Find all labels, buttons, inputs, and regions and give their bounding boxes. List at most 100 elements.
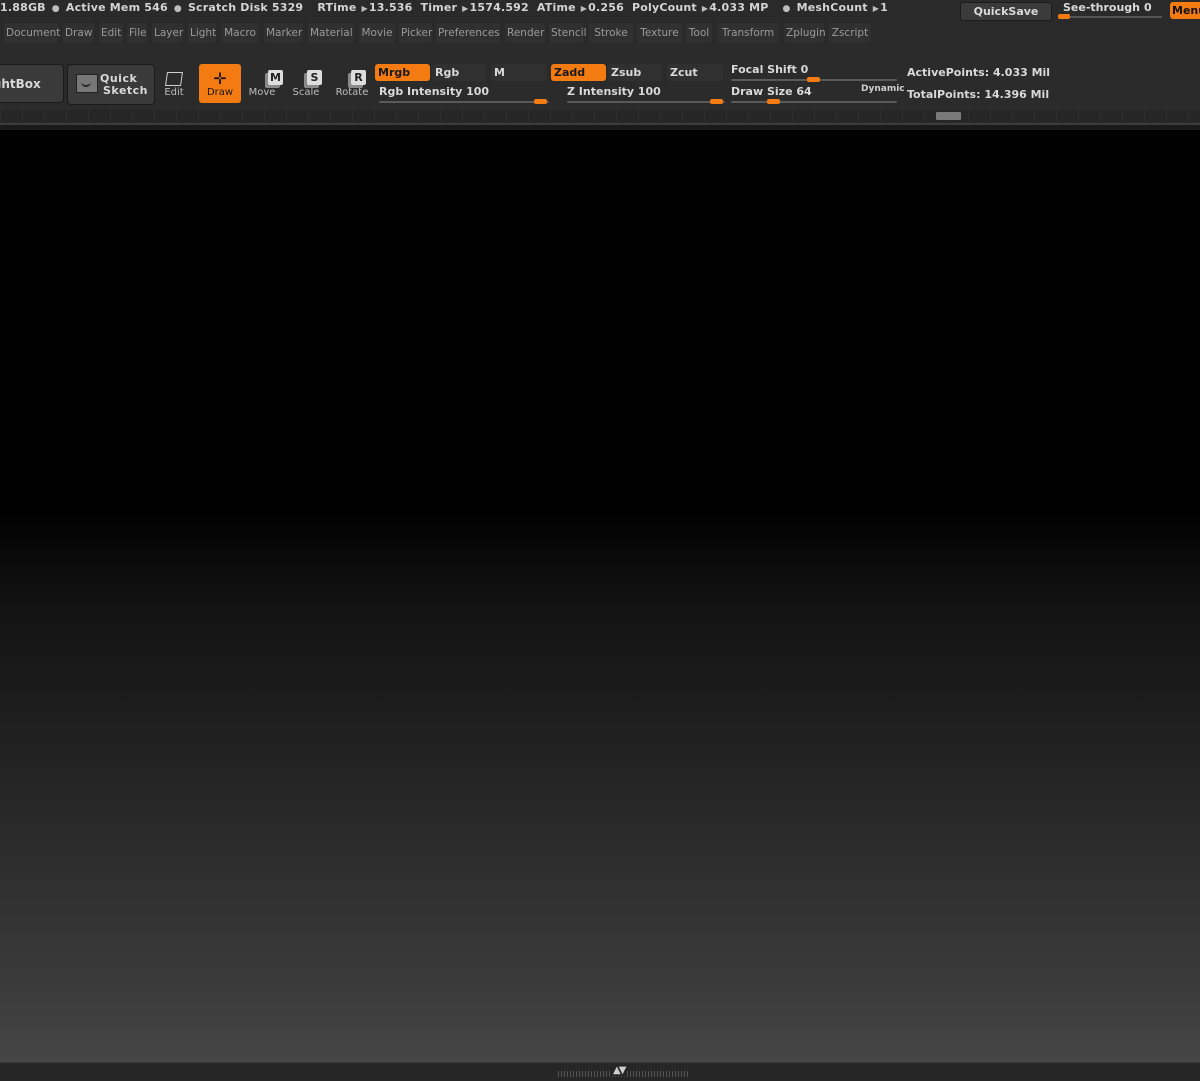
menus-button[interactable]: Menus bbox=[1170, 2, 1200, 19]
menu-tool[interactable]: Tool bbox=[686, 23, 712, 43]
lightbox-button[interactable]: LightBox bbox=[0, 64, 64, 103]
m-toggle[interactable]: M bbox=[491, 64, 547, 81]
scratch-disk: Scratch Disk 5329 bbox=[187, 1, 304, 14]
rtime-label: RTime bbox=[317, 1, 357, 14]
menu-preferences[interactable]: Preferences bbox=[436, 23, 500, 43]
draw-size-knob[interactable] bbox=[767, 99, 780, 104]
draw-size-value: 64 bbox=[796, 85, 812, 98]
timer-label: Timer bbox=[420, 1, 458, 14]
meshcount-label: MeshCount bbox=[796, 1, 868, 14]
active-points-label: ActivePoints: bbox=[907, 66, 990, 79]
zcut-toggle[interactable]: Zcut bbox=[667, 64, 723, 81]
rgb-toggle[interactable]: Rgb bbox=[432, 64, 486, 81]
top-shelf: LightBox Quick Sketch Edit ✛ Draw M Move… bbox=[0, 58, 1200, 110]
focal-shift-value: 0 bbox=[800, 63, 809, 76]
see-through-slider[interactable]: See-through 0 bbox=[1058, 1, 1166, 19]
menu-zplugin[interactable]: Zplugin bbox=[784, 23, 826, 43]
scale-label: Scale bbox=[292, 87, 320, 98]
see-through-label: See-through bbox=[1063, 1, 1141, 14]
z-intensity-track[interactable] bbox=[567, 101, 725, 103]
draw-size-label: Draw Size 64 bbox=[731, 85, 812, 98]
menu-stencil[interactable]: Stencil bbox=[549, 23, 587, 43]
z-intensity-value: 100 bbox=[637, 85, 661, 98]
zsub-toggle[interactable]: Zsub bbox=[608, 64, 662, 81]
focal-shift-slider[interactable]: Focal Shift 0 bbox=[731, 63, 899, 85]
menu-draw[interactable]: Draw bbox=[63, 23, 94, 43]
rgb-intensity-text: Rgb Intensity bbox=[379, 85, 463, 98]
menu-stroke[interactable]: Stroke bbox=[589, 23, 633, 43]
polycount-label: PolyCount bbox=[631, 1, 697, 14]
scale-button[interactable]: S Scale bbox=[285, 64, 327, 103]
rgb-intensity-label: Rgb Intensity 100 bbox=[379, 85, 489, 98]
menu-transform[interactable]: Transform bbox=[717, 23, 779, 43]
dynamic-toggle[interactable]: Dynamic bbox=[861, 84, 905, 94]
arrow-icon: ▶ bbox=[701, 4, 709, 13]
move-label: Move bbox=[248, 87, 276, 98]
menu-movie[interactable]: Movie bbox=[359, 23, 395, 43]
see-through-knob[interactable] bbox=[1058, 14, 1070, 19]
draw-button[interactable]: ✛ Draw bbox=[199, 64, 241, 103]
rgb-intensity-slider[interactable]: Rgb Intensity 100 bbox=[379, 85, 551, 107]
total-points-label: TotalPoints: bbox=[907, 88, 981, 101]
menu-picker[interactable]: Picker bbox=[399, 23, 432, 43]
draw-icon: ✛ bbox=[213, 69, 227, 88]
arrow-icon: ▶ bbox=[872, 4, 880, 13]
menu-material[interactable]: Material bbox=[308, 23, 354, 43]
edit-label: Edit bbox=[164, 87, 184, 98]
total-points: TotalPoints: 14.396 Mil bbox=[907, 88, 1049, 101]
edit-icon bbox=[165, 72, 183, 86]
quicksave-button[interactable]: QuickSave bbox=[960, 2, 1052, 21]
menu-marker[interactable]: Marker bbox=[264, 23, 303, 43]
mrgb-toggle[interactable]: Mrgb bbox=[375, 64, 430, 81]
menu-document[interactable]: Document bbox=[4, 23, 60, 43]
bullet-separator: ● bbox=[51, 4, 60, 14]
scale-icon: S bbox=[307, 70, 322, 85]
bullet-separator: ● bbox=[173, 4, 182, 14]
rotate-label: Rotate bbox=[335, 87, 369, 98]
active-points-value: 4.033 Mil bbox=[992, 66, 1051, 79]
atime-label: ATime bbox=[536, 1, 576, 14]
bullet-separator: ● bbox=[782, 4, 791, 14]
move-button[interactable]: M Move bbox=[241, 64, 283, 103]
timer-value: 1574.592 bbox=[469, 1, 529, 14]
focal-shift-knob[interactable] bbox=[807, 77, 820, 82]
focal-shift-label: Focal Shift 0 bbox=[731, 63, 808, 76]
zadd-toggle[interactable]: Zadd bbox=[551, 64, 606, 81]
active-mem: Active Mem 546 bbox=[65, 1, 168, 14]
document-canvas[interactable] bbox=[0, 130, 1200, 1062]
up-down-arrows-icon[interactable]: ▲▼ bbox=[611, 1065, 626, 1076]
rgb-intensity-knob[interactable] bbox=[534, 99, 547, 104]
menu-bar: Document Draw Edit File Layer Light Macr… bbox=[0, 21, 1200, 45]
z-intensity-text: Z Intensity bbox=[567, 85, 635, 98]
menu-render[interactable]: Render bbox=[505, 23, 545, 43]
menu-file[interactable]: File bbox=[127, 23, 147, 43]
menu-macro[interactable]: Macro bbox=[221, 23, 259, 43]
menu-texture[interactable]: Texture bbox=[637, 23, 682, 43]
quick-sketch-button[interactable]: Quick Sketch bbox=[67, 64, 155, 105]
rtime-value: 13.536 bbox=[368, 1, 413, 14]
total-points-value: 14.396 Mil bbox=[984, 88, 1050, 101]
z-intensity-label: Z Intensity 100 bbox=[567, 85, 661, 98]
z-intensity-slider[interactable]: Z Intensity 100 bbox=[567, 85, 727, 107]
polycount-value: 4.033 MP bbox=[709, 1, 769, 14]
status-readout: 1.88GB ● Active Mem 546 ● Scratch Disk 532… bbox=[0, 1, 892, 15]
shelf-scrollbar[interactable] bbox=[0, 110, 1200, 122]
z-intensity-knob[interactable] bbox=[710, 99, 723, 104]
atime-value: 0.256 bbox=[588, 1, 624, 14]
edit-button[interactable]: Edit bbox=[153, 64, 195, 103]
focal-shift-text: Focal Shift bbox=[731, 63, 797, 76]
see-through-track[interactable] bbox=[1058, 16, 1162, 18]
rgb-intensity-value: 100 bbox=[466, 85, 490, 98]
draw-size-text: Draw Size bbox=[731, 85, 793, 98]
rotate-button[interactable]: R Rotate bbox=[331, 64, 373, 103]
menu-light[interactable]: Light bbox=[188, 23, 216, 43]
quick-sketch-label-2: Sketch bbox=[103, 84, 149, 97]
menu-zscript[interactable]: Zscript bbox=[829, 23, 871, 43]
menu-layer[interactable]: Layer bbox=[152, 23, 183, 43]
shelf-scroll-thumb[interactable] bbox=[936, 112, 961, 120]
menu-edit[interactable]: Edit bbox=[99, 23, 123, 43]
rotate-icon: R bbox=[351, 70, 366, 85]
arrow-icon: ▶ bbox=[462, 4, 469, 13]
rgb-intensity-track[interactable] bbox=[379, 101, 549, 103]
draw-size-track[interactable] bbox=[731, 101, 897, 103]
